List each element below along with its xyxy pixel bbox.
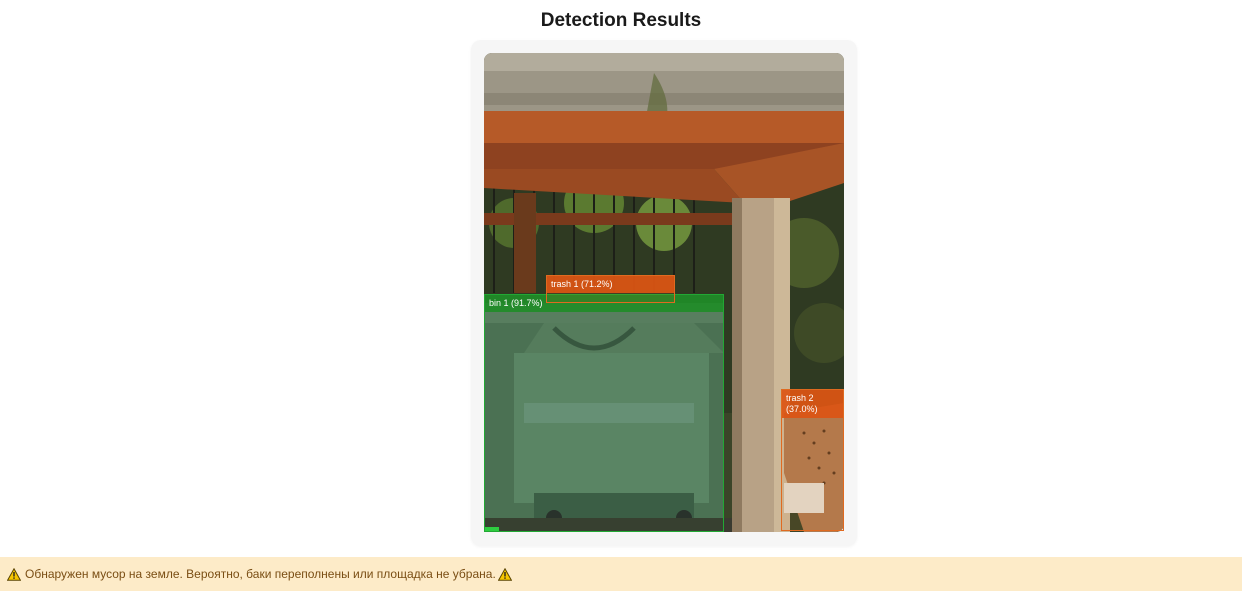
detection-box-trash-2: trash 2 (37.0%) — [781, 389, 844, 531]
page-title: Detection Results — [540, 10, 702, 31]
trash-warning-alert: Обнаружен мусор на земле. Вероятно, баки… — [0, 557, 1242, 591]
detection-box-trash-1: trash 1 (71.2%) — [546, 275, 675, 303]
warning-icon — [497, 567, 513, 581]
detection-label-trash-2: trash 2 (37.0%) — [782, 390, 843, 418]
detection-box-bin: bin 1 (91.7%) — [484, 294, 724, 532]
warning-icon — [6, 567, 22, 581]
detection-label-trash-1: trash 1 (71.2%) — [547, 276, 674, 293]
detection-results-page: Detection Results bin 1 (91.7%) trash 1 … — [0, 0, 1242, 608]
status-marker — [485, 527, 499, 531]
alert-message: Обнаружен мусор на земле. Вероятно, баки… — [25, 567, 496, 581]
